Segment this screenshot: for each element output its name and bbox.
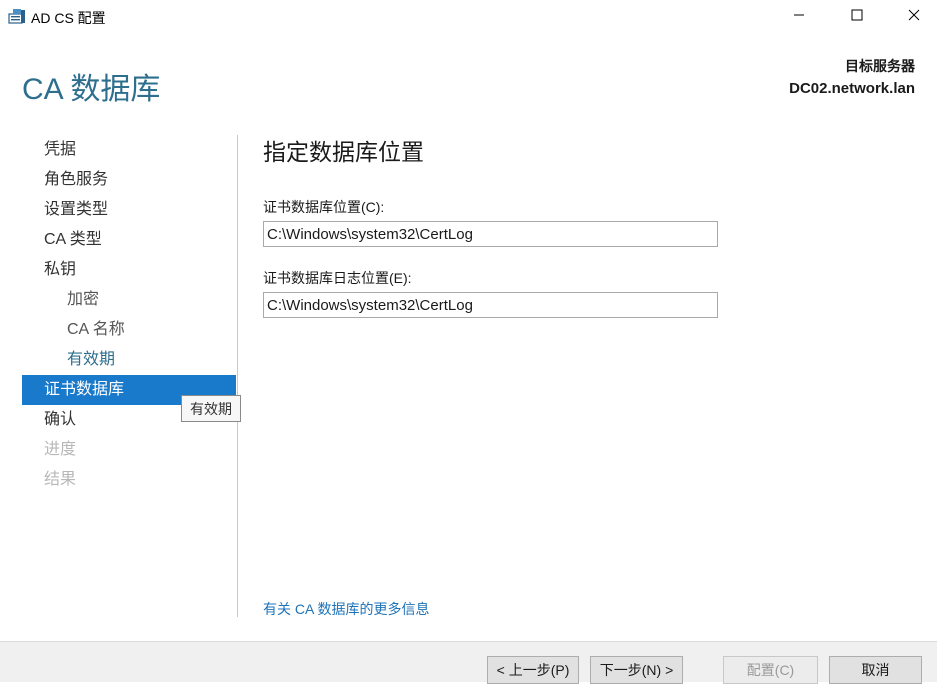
title-bar: AD CS 配置	[0, 0, 937, 34]
target-server-name: DC02.network.lan	[789, 80, 915, 97]
nav-divider	[237, 135, 238, 617]
maximize-icon	[851, 8, 863, 26]
nav-item-setup-type[interactable]: 设置类型	[22, 195, 236, 225]
tooltip: 有效期	[181, 395, 241, 422]
nav-item-private-key[interactable]: 私钥	[22, 255, 236, 285]
minimize-icon	[793, 8, 805, 26]
maximize-button[interactable]	[834, 0, 880, 34]
target-server-label: 目标服务器	[845, 58, 915, 74]
nav-item-results: 结果	[44, 471, 77, 488]
nav-item-credentials[interactable]: 凭据	[22, 135, 236, 165]
db-location-input[interactable]	[263, 221, 718, 247]
minimize-button[interactable]	[776, 0, 822, 34]
nav-item-ca-name[interactable]: CA 名称	[22, 315, 236, 345]
close-icon	[908, 8, 920, 26]
nav-item-ca-type[interactable]: CA 类型	[22, 225, 236, 255]
nav-item-cryptography[interactable]: 加密	[22, 285, 236, 315]
close-button[interactable]	[891, 0, 937, 34]
cancel-button[interactable]: 取消	[829, 656, 922, 684]
more-info-link[interactable]: 有关 CA 数据库的更多信息	[263, 599, 429, 619]
log-location-label: 证书数据库日志位置(E):	[263, 270, 412, 286]
previous-button[interactable]: < 上一步(P)	[487, 656, 579, 684]
server-manager-icon	[8, 7, 26, 25]
wizard-nav: 凭据 角色服务 设置类型 CA 类型 私钥 加密 CA 名称 有效期 证书数据库…	[22, 135, 236, 495]
section-heading: 指定数据库位置	[263, 139, 424, 165]
window-title: AD CS 配置	[31, 10, 106, 26]
nav-item-progress: 进度	[44, 441, 77, 458]
nav-item-validity-period[interactable]: 有效期	[22, 345, 236, 375]
page-title: CA 数据库	[22, 73, 161, 106]
log-location-input[interactable]	[263, 292, 718, 318]
configure-button: 配置(C)	[723, 656, 818, 684]
nav-item-role-services[interactable]: 角色服务	[22, 165, 236, 195]
next-button[interactable]: 下一步(N) >	[590, 656, 683, 684]
db-location-label: 证书数据库位置(C):	[263, 199, 385, 215]
